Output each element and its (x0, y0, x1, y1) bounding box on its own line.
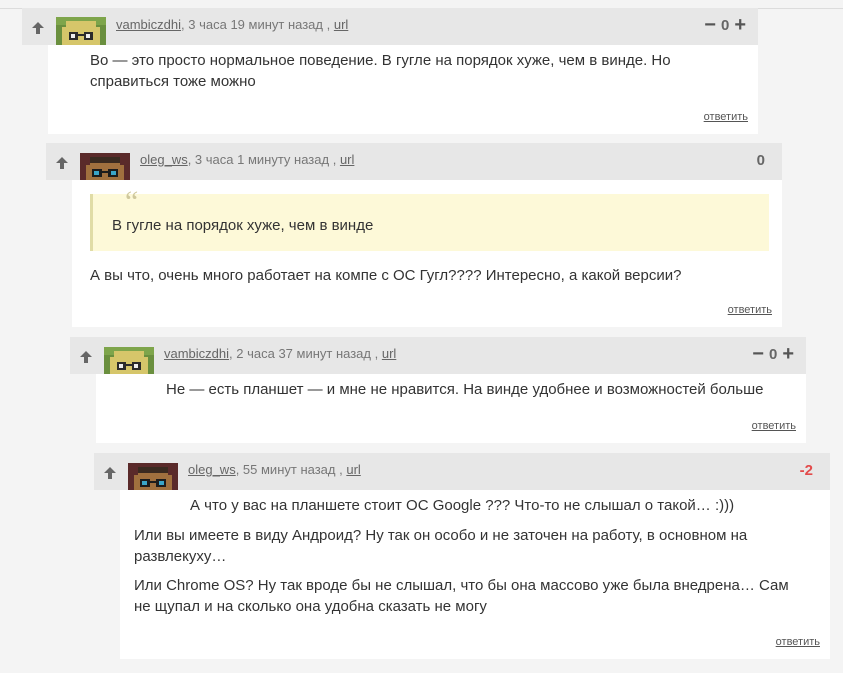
comment-paragraph: Или Chrome OS? Ну так вроде бы не слышал… (134, 577, 789, 615)
permalink[interactable]: url (334, 17, 348, 32)
quote-text: В гугле на порядок хуже, чем в винде (112, 217, 374, 234)
rating-value: 0 (720, 16, 730, 34)
rating-value: -2 (799, 461, 813, 479)
comment-text: Во — это просто нормальное поведение. В … (90, 50, 720, 92)
rating-value: 0 (768, 345, 778, 363)
comment-header: vambiczdhi, 3 часа 19 минут назад , url … (22, 8, 758, 67)
comment-rating: -2 (795, 461, 818, 479)
comment-time: , 3 часа 1 минуту назад , (187, 152, 337, 167)
comment-text: Не — есть планшет — и мне не нравится. Н… (166, 379, 786, 400)
permalink[interactable]: url (340, 152, 354, 167)
reply-up-arrow-icon[interactable] (78, 349, 94, 365)
vote-up-button[interactable]: + (734, 15, 746, 35)
comment-time: , 3 часа 19 минут назад , (181, 17, 331, 32)
comment-paragraph: Или вы имеете в виду Андроид? Ну так он … (134, 527, 748, 565)
reply-up-arrow-icon[interactable] (30, 20, 46, 36)
comment-meta: oleg_ws, 3 часа 1 минуту назад , url (140, 152, 354, 167)
comment-text: А что у вас на планшете стоит ОС Google … (190, 495, 820, 516)
comment-text: А вы что, очень много работает на компе … (90, 265, 760, 286)
blockquote: “ В гугле на порядок хуже, чем в винде (90, 185, 769, 251)
comment-body: Не — есть планшет — и мне не нравится. Н… (96, 374, 806, 443)
username-link[interactable]: vambiczdhi (116, 17, 181, 32)
username-link[interactable]: oleg_ws (188, 462, 236, 477)
comment: vambiczdhi, 2 часа 37 минут назад , url … (70, 337, 806, 443)
comment-body: “ В гугле на порядок хуже, чем в винде А… (72, 180, 782, 327)
comment-paragraph: Во — это просто нормальное поведение. В … (90, 52, 671, 90)
comment-time: , 2 часа 37 минут назад , (229, 346, 379, 361)
reply-link[interactable]: ответить (728, 304, 772, 316)
reply-link[interactable]: ответить (704, 111, 748, 123)
reply-up-arrow-icon[interactable] (102, 465, 118, 481)
reply-link[interactable]: ответить (752, 420, 796, 432)
comment-paragraph: А вы что, очень много работает на компе … (90, 267, 682, 284)
comment-text: Или вы имеете в виду Андроид? Ну так он … (134, 525, 794, 617)
comment-header: vambiczdhi, 2 часа 37 минут назад , url … (70, 337, 806, 397)
comment: oleg_ws, 3 часа 1 минуту назад , url 0 “… (46, 143, 782, 327)
comment: vambiczdhi, 3 часа 19 минут назад , url … (22, 8, 758, 134)
permalink[interactable]: url (346, 462, 360, 477)
username-link[interactable]: oleg_ws (140, 152, 188, 167)
vote-up-button[interactable]: + (782, 344, 794, 364)
comment-meta: oleg_ws, 55 минут назад , url (188, 462, 361, 477)
comment: oleg_ws, 55 минут назад , url -2 А что у… (94, 453, 830, 659)
comment-meta: vambiczdhi, 3 часа 19 минут назад , url (116, 17, 348, 32)
comment-time: , 55 минут назад , (235, 462, 343, 477)
comment-rating: 0 (752, 151, 770, 169)
comment-header: oleg_ws, 3 часа 1 минуту назад , url 0 (46, 143, 782, 203)
comment-rating: −0 + (704, 15, 746, 35)
comment-meta: vambiczdhi, 2 часа 37 минут назад , url (164, 346, 396, 361)
reply-up-arrow-icon[interactable] (54, 155, 70, 171)
vote-down-button[interactable]: − (704, 15, 716, 35)
comment-paragraph: А что у вас на планшете стоит ОС Google … (190, 497, 735, 514)
rating-value: 0 (756, 151, 765, 169)
quote-icon: “ (125, 185, 139, 218)
vote-down-button[interactable]: − (752, 344, 764, 364)
username-link[interactable]: vambiczdhi (164, 346, 229, 361)
comment-rating: −0 + (752, 344, 794, 364)
comment-body: Во — это просто нормальное поведение. В … (48, 45, 758, 134)
comment-body: А что у вас на планшете стоит ОС Google … (120, 490, 830, 659)
comment-header: oleg_ws, 55 минут назад , url -2 (94, 453, 830, 513)
comment-paragraph: Не — есть планшет — и мне не нравится. Н… (166, 381, 764, 398)
reply-link[interactable]: ответить (776, 636, 820, 648)
permalink[interactable]: url (382, 346, 396, 361)
